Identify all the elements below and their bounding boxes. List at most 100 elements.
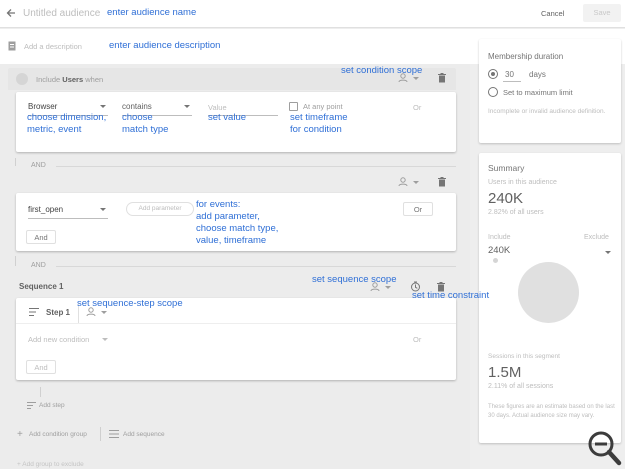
and-label: And bbox=[34, 233, 48, 242]
add-condition-label: Add new condition bbox=[28, 335, 90, 344]
annotation-timeframe-line: for condition bbox=[290, 124, 342, 135]
timeframe-label: At any point bbox=[303, 102, 343, 111]
annotation-step-scope: set sequence-step scope bbox=[77, 298, 183, 309]
step-label: Step 1 bbox=[46, 308, 71, 317]
max-limit-radio[interactable] bbox=[488, 87, 498, 97]
sessions-value: 1.5M bbox=[488, 364, 522, 381]
match-type-dropdown[interactable]: contains bbox=[122, 102, 192, 111]
condition-group-badge bbox=[16, 73, 28, 85]
audience-circle bbox=[518, 262, 579, 323]
add-sequence-button[interactable]: Add sequence bbox=[123, 431, 165, 438]
annotation-match-line: match type bbox=[122, 124, 169, 135]
delete-icon[interactable] bbox=[438, 73, 446, 85]
users-percent: 2.82% of all users bbox=[488, 209, 544, 216]
chevron-down-icon bbox=[100, 105, 106, 108]
exclude-group-button[interactable]: + Add group to exclude bbox=[17, 461, 84, 468]
add-condition-group-button[interactable]: Add condition group bbox=[29, 431, 87, 438]
and-connector bbox=[15, 158, 16, 166]
summary-note: These figures are an estimate based on t… bbox=[488, 404, 615, 419]
exclude-group-label: Add group to exclude bbox=[22, 461, 84, 468]
duration-unit: days bbox=[529, 70, 546, 79]
annotation-dimension: choose dimension, metric, event bbox=[27, 112, 106, 136]
event-underline bbox=[28, 218, 108, 219]
description-input[interactable]: Add a description bbox=[24, 42, 82, 51]
or-button[interactable]: Or bbox=[413, 335, 421, 344]
annotation-events-line: for events: bbox=[196, 199, 241, 210]
users-value: 240K bbox=[488, 190, 524, 207]
and-label: AND bbox=[31, 262, 46, 269]
add-condition-dropdown[interactable]: Add new condition bbox=[28, 335, 108, 344]
membership-title: Membership duration bbox=[488, 52, 564, 61]
max-limit-label: Set to maximum limit bbox=[503, 88, 573, 97]
duration-radio[interactable] bbox=[488, 69, 498, 79]
step-icon bbox=[27, 402, 36, 411]
save-label: Save bbox=[593, 8, 611, 17]
save-button[interactable]: Save bbox=[583, 4, 621, 22]
annotation-dimension-line: choose dimension, bbox=[27, 112, 107, 123]
timeframe-checkbox[interactable] bbox=[289, 102, 298, 111]
cancel-button[interactable]: Cancel bbox=[541, 9, 564, 18]
include-label: Include bbox=[488, 234, 511, 241]
add-step-button[interactable]: Add step bbox=[39, 402, 65, 409]
annotation-timeframe: set timeframe for condition bbox=[290, 112, 348, 136]
sequence-icon bbox=[109, 430, 119, 440]
annotation-value: set value bbox=[208, 112, 247, 123]
membership-note: Incomplete or invalid audience definitio… bbox=[488, 108, 606, 115]
scope-entity: Users bbox=[62, 75, 84, 84]
annotation-sequence-scope: set sequence scope bbox=[312, 274, 397, 285]
match-type-value: contains bbox=[122, 102, 152, 111]
annotation-events-line: add parameter, bbox=[196, 211, 260, 222]
step-header-line bbox=[16, 323, 456, 324]
add-parameter-button[interactable]: Add parameter bbox=[126, 202, 194, 216]
annotation-match-line: choose bbox=[122, 112, 153, 123]
dimension-value: Browser bbox=[28, 102, 58, 111]
or-button[interactable]: Or bbox=[403, 202, 433, 216]
chevron-down-icon bbox=[100, 208, 106, 211]
annotation-match-type: choose match type bbox=[122, 112, 168, 136]
event-dropdown[interactable]: first_open bbox=[28, 205, 108, 214]
chevron-down-icon bbox=[102, 338, 108, 341]
top-bar: Untitled audience Cancel Save bbox=[0, 0, 625, 28]
duration-input[interactable]: 30 bbox=[505, 70, 514, 79]
and-button[interactable]: And bbox=[26, 230, 56, 244]
plus-icon: + bbox=[17, 429, 23, 440]
dimension-dropdown[interactable]: Browser bbox=[28, 102, 108, 111]
include-value: 240K bbox=[488, 245, 511, 256]
value-input[interactable]: Value bbox=[208, 103, 227, 112]
scope-suffix: when bbox=[85, 75, 104, 84]
step-icon bbox=[29, 308, 39, 318]
and-button[interactable]: And bbox=[26, 360, 56, 374]
duration-underline bbox=[503, 81, 521, 82]
summary-title: Summary bbox=[488, 163, 525, 173]
sequence-title: Sequence 1 bbox=[19, 282, 64, 291]
sessions-percent: 2.11% of all sessions bbox=[488, 383, 554, 390]
and-connector bbox=[15, 256, 16, 266]
annotation-description: enter audience description bbox=[109, 40, 221, 51]
annotation-condition-scope: set condition scope bbox=[341, 65, 423, 76]
event-value: first_open bbox=[28, 205, 64, 214]
include-marker bbox=[493, 258, 498, 263]
and-label: And bbox=[34, 363, 48, 372]
radio-dot bbox=[491, 72, 495, 76]
annotation-timeframe-line: set timeframe bbox=[290, 112, 348, 123]
or-button[interactable]: Or bbox=[413, 103, 421, 112]
delete-icon[interactable] bbox=[438, 177, 446, 189]
add-parameter-label: Add parameter bbox=[138, 205, 182, 212]
users-label: Users in this audience bbox=[488, 179, 557, 186]
description-icon bbox=[8, 41, 16, 53]
annotation-events-line: value, timeframe bbox=[196, 235, 267, 246]
zoom-out-icon[interactable] bbox=[586, 429, 622, 469]
annotation-events: for events: add parameter, choose match … bbox=[196, 199, 278, 247]
chevron-down-icon[interactable] bbox=[605, 248, 611, 257]
event-scope-selector[interactable] bbox=[398, 177, 420, 189]
step-connector bbox=[40, 387, 41, 397]
footer-divider bbox=[100, 427, 101, 441]
include-prefix: Include bbox=[36, 75, 61, 84]
sessions-label: Sessions in this segment bbox=[488, 353, 560, 360]
audience-name-input[interactable]: Untitled audience bbox=[23, 8, 100, 19]
annotation-name: enter audience name bbox=[107, 7, 197, 18]
annotation-events-line: choose match type, bbox=[196, 223, 279, 234]
annotation-time-constraint: set time constraint bbox=[412, 290, 490, 301]
back-arrow-icon[interactable] bbox=[6, 8, 16, 20]
and-divider bbox=[56, 266, 456, 267]
